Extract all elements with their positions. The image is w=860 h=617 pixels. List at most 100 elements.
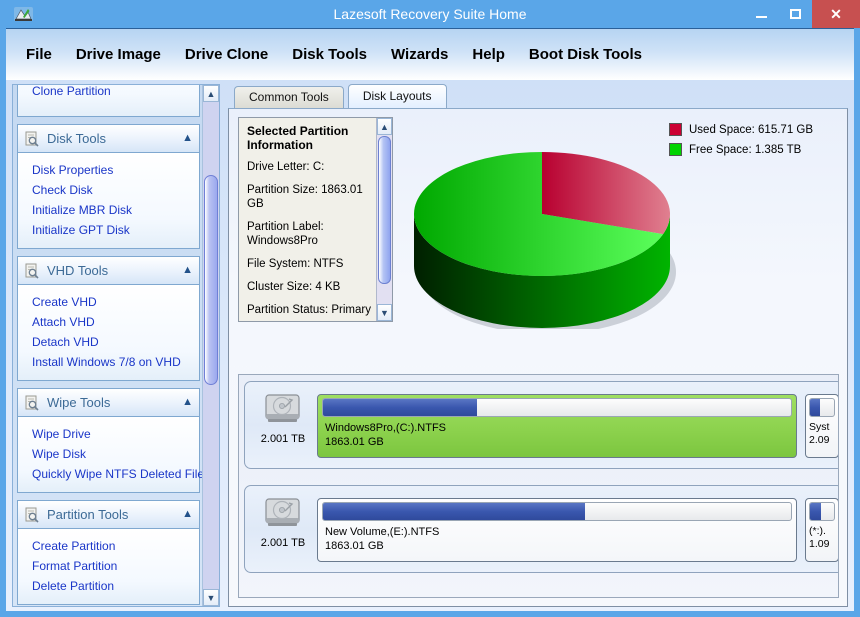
- hard-disk-icon: [263, 394, 303, 430]
- window-title: Lazesoft Recovery Suite Home: [333, 6, 527, 22]
- partition-block-small[interactable]: (*:). 1.09: [805, 498, 838, 562]
- sidebar-scroll-track[interactable]: [203, 102, 219, 589]
- sidebar-item-disk-properties[interactable]: Disk Properties: [18, 160, 199, 180]
- disk-row[interactable]: 2.001 TB Windows8Pro,(C:).NTFS 1863.01 G…: [244, 381, 838, 469]
- sidebar-item-clone-partition[interactable]: Clone Partition: [18, 85, 199, 104]
- sidebar-item-initialize-mbr-disk[interactable]: Initialize MBR Disk: [18, 200, 199, 220]
- maximize-icon: [789, 9, 801, 19]
- sidebar-item-quickly-wipe-ntfs-deleted-files[interactable]: Quickly Wipe NTFS Deleted Files: [18, 464, 204, 484]
- sidebar-group-title: Disk Tools: [47, 131, 107, 146]
- sidebar-group-header-vhd-tools[interactable]: VHD Tools ▲: [17, 256, 200, 284]
- sidebar-item-install-windows-on-vhd[interactable]: Install Windows 7/8 on VHD: [18, 352, 199, 372]
- chevron-up-icon[interactable]: ▲: [182, 265, 193, 276]
- sidebar-group-header-wipe-tools[interactable]: Wipe Tools ▲: [17, 388, 200, 416]
- sidebar-scroll-viewport: Clone Disk Clone Partition: [13, 85, 204, 606]
- sidebar-group-vhd-tools: VHD Tools ▲ Create VHD Attach VHD Detach…: [17, 256, 200, 381]
- sidebar-item-wipe-disk[interactable]: Wipe Disk: [18, 444, 199, 464]
- partition-tools-icon: [24, 507, 40, 523]
- close-button[interactable]: ✕: [812, 0, 860, 28]
- menu-item-wizards[interactable]: Wizards: [381, 46, 458, 63]
- sidebar-item-wipe-drive[interactable]: Wipe Drive: [18, 424, 199, 444]
- partition-usage-fill: [323, 503, 586, 520]
- sidebar-item-delete-partition[interactable]: Delete Partition: [18, 576, 199, 596]
- sidebar-scroll-thumb[interactable]: [204, 175, 218, 385]
- selected-partition-information-panel: Selected Partition Information Drive Let…: [238, 117, 393, 322]
- legend-entry-free-space: Free Space: 1.385 TB: [669, 143, 844, 156]
- sidebar-scrollbar[interactable]: ▲ ▼: [202, 85, 219, 606]
- sidebar-group-title: Wipe Tools: [47, 395, 111, 410]
- disk-icon-column: 2.001 TB: [255, 392, 311, 445]
- tab-content-disk-layouts: Selected Partition Information Drive Let…: [228, 108, 848, 607]
- sidebar-group-clone-tools: Clone Disk Clone Partition: [17, 85, 200, 117]
- partition-info-partition-label: Partition Label: Windows8Pro: [247, 221, 324, 247]
- sidebar-item-initialize-gpt-disk[interactable]: Initialize GPT Disk: [18, 220, 199, 240]
- sidebar-group-title: VHD Tools: [47, 263, 109, 278]
- sidebar-group-header-partition-tools[interactable]: Partition Tools ▲: [17, 500, 200, 528]
- application-window: Lazesoft Recovery Suite Home ✕ File Driv…: [0, 0, 860, 617]
- sidebar-group-partition-tools: Partition Tools ▲ Create Partition Forma…: [17, 500, 200, 605]
- close-icon: ✕: [830, 6, 842, 22]
- sidebar-item-detach-vhd[interactable]: Detach VHD: [18, 332, 199, 352]
- sidebar-item-format-partition[interactable]: Format Partition: [18, 556, 199, 576]
- sidebar-group-body: Wipe Drive Wipe Disk Quickly Wipe NTFS D…: [17, 416, 204, 493]
- partition-usage-bar: [322, 398, 792, 417]
- disk-tools-icon: [24, 131, 40, 147]
- partition-block-main[interactable]: New Volume,(E:).NTFS 1863.01 GB: [317, 498, 797, 562]
- menu-item-drive-image[interactable]: Drive Image: [66, 46, 171, 63]
- partition-label: Windows8Pro,(C:).NTFS: [325, 422, 447, 434]
- title-bar: Lazesoft Recovery Suite Home ✕: [0, 0, 860, 28]
- tab-common-tools[interactable]: Common Tools: [234, 86, 344, 108]
- sidebar-group-body: Create Partition Format Partition Delete…: [17, 528, 200, 605]
- chevron-up-icon[interactable]: ▲: [182, 133, 193, 144]
- partition-info-partition-size: Partition Size: 1863.01 GB: [247, 184, 363, 210]
- menu-item-file[interactable]: File: [16, 46, 62, 63]
- menu-item-help[interactable]: Help: [462, 46, 515, 63]
- vhd-tools-icon: [24, 263, 40, 279]
- sidebar-group-body: Disk Properties Check Disk Initialize MB…: [17, 152, 200, 249]
- partition-info-partition-status: Partition Status: Primary: [247, 304, 371, 316]
- sidebar-group-header-disk-tools[interactable]: Disk Tools ▲: [17, 124, 200, 152]
- partition-info-title: Selected Partition Information: [247, 124, 349, 152]
- scroll-down-icon[interactable]: ▼: [377, 304, 392, 321]
- minimize-icon: [755, 16, 767, 18]
- disk-row[interactable]: 2.001 TB New Volume,(E:).NTFS 1863.01 GB: [244, 485, 838, 573]
- partition-info-scrollbar[interactable]: ▲ ▼: [376, 118, 392, 321]
- pie-chart-svg: [414, 152, 676, 334]
- tab-bar: Common Tools Disk Layouts: [234, 84, 447, 108]
- scroll-up-icon[interactable]: ▲: [203, 85, 219, 102]
- partition-info-scroll-thumb[interactable]: [378, 136, 391, 284]
- sidebar-content: Clone Disk Clone Partition: [13, 85, 204, 606]
- partition-info-viewport: Selected Partition Information Drive Let…: [239, 118, 377, 321]
- partition-size: 2.09: [809, 434, 830, 446]
- partition-block-small[interactable]: Syst 2.09: [805, 394, 838, 458]
- maximize-button[interactable]: [778, 0, 812, 28]
- partition-usage-fill: [810, 399, 820, 416]
- sidebar-item-create-partition[interactable]: Create Partition: [18, 536, 199, 556]
- menu-bar: File Drive Image Drive Clone Disk Tools …: [6, 28, 854, 80]
- sidebar-group-title: Partition Tools: [47, 507, 129, 522]
- chevron-up-icon[interactable]: ▲: [182, 397, 193, 408]
- disk-size-label: 2.001 TB: [260, 537, 306, 549]
- menu-item-disk-tools[interactable]: Disk Tools: [282, 46, 377, 63]
- menu-item-boot-disk-tools[interactable]: Boot Disk Tools: [519, 46, 652, 63]
- main-panel: Common Tools Disk Layouts Selected Parti…: [228, 84, 848, 607]
- partition-block-main[interactable]: Windows8Pro,(C:).NTFS 1863.01 GB: [317, 394, 797, 458]
- partition-info-file-system: File System: NTFS: [247, 258, 344, 270]
- tab-disk-layouts[interactable]: Disk Layouts: [347, 84, 447, 108]
- scroll-down-icon[interactable]: ▼: [203, 589, 219, 606]
- partition-info-scroll-track[interactable]: [377, 135, 392, 304]
- sidebar-item-create-vhd[interactable]: Create VHD: [18, 292, 199, 312]
- scroll-up-icon[interactable]: ▲: [377, 118, 392, 135]
- sidebar-item-check-disk[interactable]: Check Disk: [18, 180, 199, 200]
- menu-item-drive-clone[interactable]: Drive Clone: [175, 46, 278, 63]
- disk-layout-list: 2.001 TB Windows8Pro,(C:).NTFS 1863.01 G…: [238, 374, 839, 598]
- body-area: Clone Disk Clone Partition: [6, 80, 854, 611]
- partition-size: 1.09: [809, 538, 830, 550]
- sidebar-group-wipe-tools: Wipe Tools ▲ Wipe Drive Wipe Disk Quickl…: [17, 388, 204, 493]
- minimize-button[interactable]: [744, 0, 778, 28]
- sidebar-item-attach-vhd[interactable]: Attach VHD: [18, 312, 199, 332]
- partition-label: Syst: [809, 421, 830, 433]
- sidebar: Clone Disk Clone Partition: [12, 84, 220, 607]
- window-controls: ✕: [744, 0, 860, 28]
- chevron-up-icon[interactable]: ▲: [182, 509, 193, 520]
